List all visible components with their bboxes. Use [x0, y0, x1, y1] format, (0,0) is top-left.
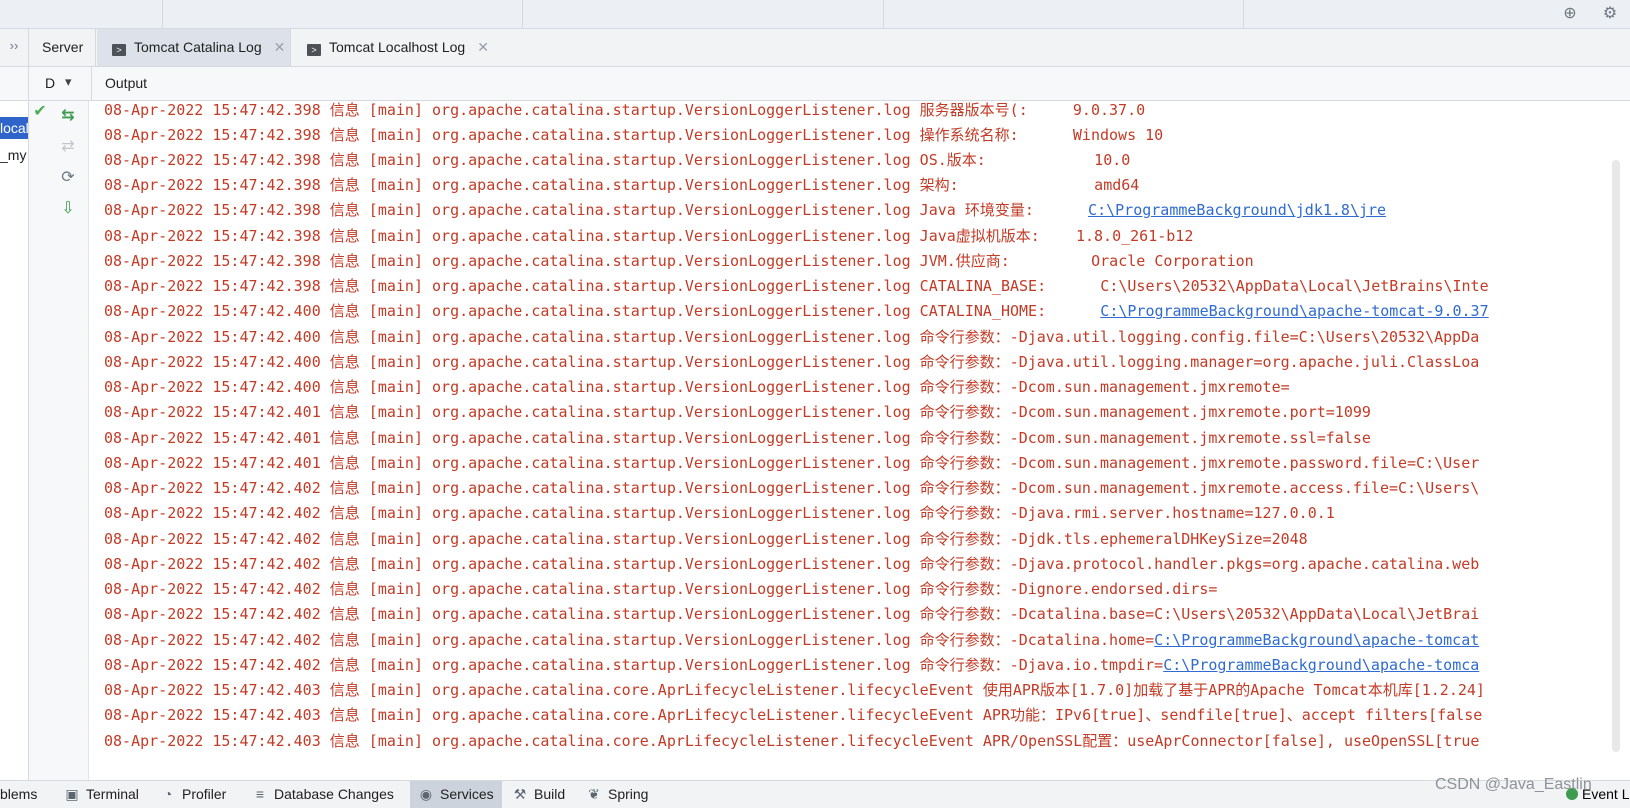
log-link[interactable]: C:\ProgrammeBackground\apache-tomcat: [1154, 631, 1479, 649]
log-line: 08-Apr-2022 15:47:42.402 信息 [main] org.a…: [104, 504, 1335, 522]
tool-tab-label: blems: [0, 786, 38, 802]
tool-tab-services[interactable]: ◉ Services: [410, 781, 502, 808]
log-line: 08-Apr-2022 15:47:42.398 信息 [main] org.a…: [104, 227, 1194, 245]
log-line: 08-Apr-2022 15:47:42.398 信息 [main] org.a…: [104, 176, 1140, 194]
log-line: 08-Apr-2022 15:47:42.402 信息 [main] org.a…: [104, 656, 1480, 674]
close-icon[interactable]: ✕: [477, 39, 489, 55]
services-tree: localhost _my: [0, 101, 29, 780]
undeploy-icon[interactable]: ⇄: [57, 136, 79, 158]
tool-tab-problems[interactable]: blems: [0, 781, 37, 808]
tool-tab-terminal[interactable]: ▣ Terminal: [60, 781, 143, 808]
log-line: 08-Apr-2022 15:47:42.403 信息 [main] org.a…: [104, 706, 1483, 724]
refresh-icon[interactable]: ⟳: [57, 167, 79, 189]
log-line: 08-Apr-2022 15:47:42.402 信息 [main] org.a…: [104, 479, 1480, 497]
toolbar-separator: [162, 0, 163, 28]
tool-tab-spring[interactable]: ❦ Spring: [582, 781, 652, 808]
log-line: 08-Apr-2022 15:47:42.400 信息 [main] org.a…: [104, 328, 1480, 346]
log-line: 08-Apr-2022 15:47:42.402 信息 [main] org.a…: [104, 555, 1480, 573]
log-line: 08-Apr-2022 15:47:42.402 信息 [main] org.a…: [104, 631, 1480, 649]
deployment-dropdown[interactable]: D ▾: [28, 67, 92, 100]
tool-tab-database-changes[interactable]: ≡ Database Changes: [248, 781, 398, 808]
log-line: 08-Apr-2022 15:47:42.401 信息 [main] org.a…: [104, 429, 1371, 447]
database-changes-icon: ≡: [255, 786, 265, 802]
log-line: 08-Apr-2022 15:47:42.401 信息 [main] org.a…: [104, 403, 1371, 421]
toolbar-separator: [522, 0, 523, 28]
tab-server[interactable]: Server: [29, 29, 96, 66]
log-link[interactable]: C:\ProgrammeBackground\jdk1.8\jre: [1088, 201, 1386, 219]
tab-label: Tomcat Localhost Log: [329, 39, 466, 55]
output-title: Output: [105, 75, 148, 91]
check-icon: ✔: [33, 103, 47, 120]
log-line: 08-Apr-2022 15:47:42.402 信息 [main] org.a…: [104, 605, 1480, 623]
deployment-label: D: [45, 75, 56, 91]
tool-tab-profiler[interactable]: ◔ Profiler: [156, 781, 230, 808]
tree-item-selected[interactable]: localhost: [0, 117, 28, 139]
tool-tab-label: Spring: [608, 786, 649, 802]
status-gutter: ✔: [29, 101, 51, 780]
toolbar-separator: [1243, 0, 1244, 28]
log-line: 08-Apr-2022 15:47:42.400 信息 [main] org.a…: [104, 378, 1290, 396]
toolbar-separator: [883, 0, 884, 28]
build-icon: ⚒: [513, 786, 527, 802]
top-toolbar-strip: ⊕ ⚙: [0, 0, 1630, 29]
tool-tab-label: Database Changes: [274, 786, 394, 802]
profiler-icon: ◔: [163, 786, 173, 802]
log-line: 08-Apr-2022 15:47:42.398 信息 [main] org.a…: [104, 151, 1131, 169]
tool-tab-label: Build: [534, 786, 566, 802]
chevron-down-icon: ▾: [65, 74, 72, 89]
log-line: 08-Apr-2022 15:47:42.400 信息 [main] org.a…: [104, 353, 1480, 371]
log-line: 08-Apr-2022 15:47:42.398 信息 [main] org.a…: [104, 101, 1146, 119]
output-header: D ▾ Output: [0, 67, 1630, 101]
terminal-icon: >: [112, 44, 126, 56]
log-line: 08-Apr-2022 15:47:42.398 信息 [main] org.a…: [104, 201, 1387, 219]
services-icon: ◉: [419, 786, 433, 802]
tab-tomcat-catalina-log[interactable]: > Tomcat Catalina Log ✕: [97, 29, 291, 66]
gear-icon[interactable]: ⚙: [1600, 4, 1620, 24]
tool-tab-label: Profiler: [182, 786, 227, 802]
tab-label: Server: [42, 39, 84, 55]
tool-tab-label: Terminal: [86, 786, 139, 802]
spring-icon: ❦: [588, 786, 600, 802]
scroll-to-end-icon[interactable]: ⇩: [57, 198, 79, 220]
log-link[interactable]: C:\ProgrammeBackground\apache-tomca: [1163, 656, 1479, 674]
tab-tomcat-localhost-log[interactable]: > Tomcat Localhost Log ✕: [292, 29, 492, 66]
tree-item[interactable]: _my: [0, 144, 28, 166]
log-line: 08-Apr-2022 15:47:42.398 信息 [main] org.a…: [104, 126, 1164, 144]
log-line: 08-Apr-2022 15:47:42.402 信息 [main] org.a…: [104, 580, 1218, 598]
vertical-scrollbar[interactable]: [1612, 160, 1620, 752]
terminal-icon: ▣: [65, 786, 79, 802]
log-line: 08-Apr-2022 15:47:42.402 信息 [main] org.a…: [104, 530, 1308, 548]
log-line: 08-Apr-2022 15:47:42.398 信息 [main] org.a…: [104, 277, 1489, 295]
terminal-icon: >: [307, 44, 321, 56]
tool-tab-label: Services: [440, 786, 494, 802]
log-line: 08-Apr-2022 15:47:42.398 信息 [main] org.a…: [104, 252, 1254, 270]
log-output[interactable]: 08-Apr-2022 15:47:42.398 信息 [main] org.a…: [89, 101, 1630, 780]
log-tabs-bar: ›› Server > Tomcat Catalina Log ✕ > Tomcat …: [0, 29, 1630, 67]
tab-label: Tomcat Catalina Log: [134, 39, 262, 55]
log-line: 08-Apr-2022 15:47:42.401 信息 [main] org.a…: [104, 454, 1480, 472]
bottom-tool-window-bar: blems ▣ Terminal ◔ Profiler ≡ Database Chan…: [0, 780, 1630, 808]
log-line: 08-Apr-2022 15:47:42.403 信息 [main] org.a…: [104, 732, 1480, 750]
expand-panel-icon[interactable]: ››: [0, 29, 29, 66]
crosshair-icon[interactable]: ⊕: [1560, 4, 1580, 24]
watermark: CSDN @Java_Eastlin: [1435, 776, 1592, 793]
tool-tab-build[interactable]: ⚒ Build: [508, 781, 569, 808]
log-line: 08-Apr-2022 15:47:42.400 信息 [main] org.a…: [104, 302, 1489, 320]
log-line: 08-Apr-2022 15:47:42.403 信息 [main] org.a…: [104, 681, 1485, 699]
close-icon[interactable]: ✕: [274, 39, 286, 55]
output-actions-toolbar: ⇆ ⇄ ⟳ ⇩: [51, 101, 89, 780]
log-link[interactable]: C:\ProgrammeBackground\apache-tomcat-9.0…: [1100, 302, 1488, 320]
deploy-icon[interactable]: ⇆: [57, 105, 79, 127]
